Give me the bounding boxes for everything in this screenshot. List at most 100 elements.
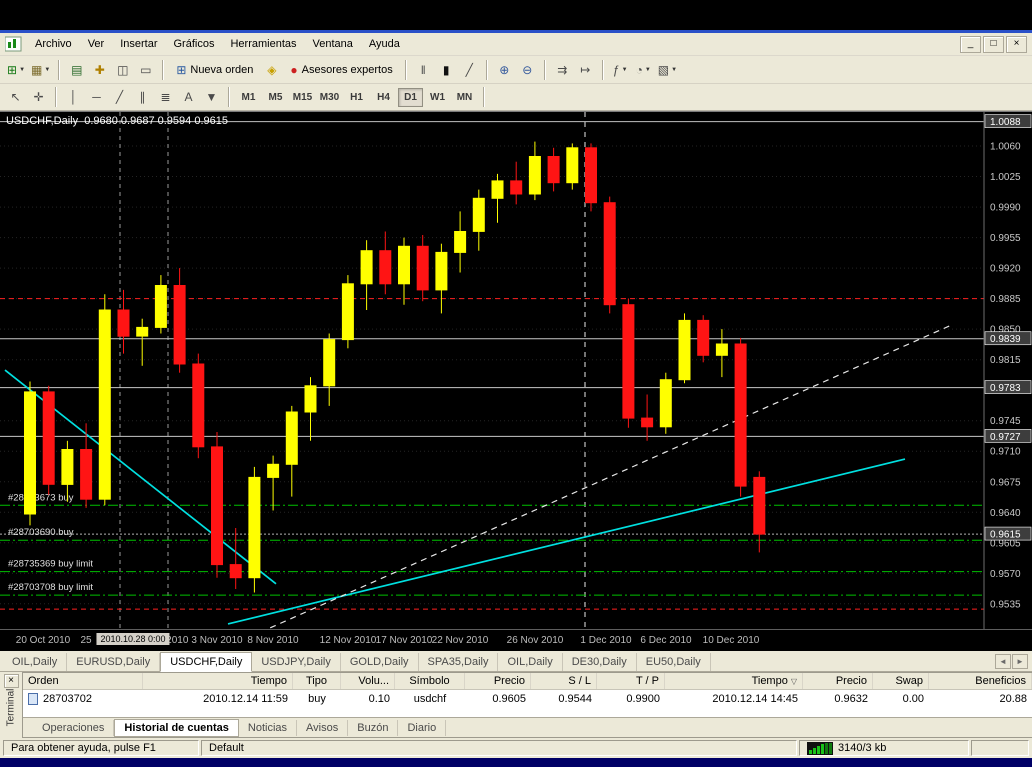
new-order-button[interactable]: ⊞Nueva orden	[169, 59, 260, 81]
terminal-header-row: OrdenTiempoTipoVolu...SímboloPrecioS / L…	[23, 673, 1032, 690]
dropdown-arrow-icon[interactable]: ▼	[19, 67, 25, 73]
expert-advisors-button[interactable]: ●Asesores expertos	[283, 59, 399, 81]
timeframe-W1-button[interactable]: W1	[425, 88, 450, 107]
chart-tab-usdchf-daily[interactable]: USDCHF,Daily	[160, 652, 252, 672]
timeframe-H4-button[interactable]: H4	[371, 88, 396, 107]
terminal-tab-avisos[interactable]: Avisos	[297, 720, 348, 736]
dropdown-arrow-icon[interactable]: ▼	[671, 67, 677, 73]
candle-body	[754, 477, 765, 534]
chart-shift-button[interactable]: ↦	[574, 59, 597, 81]
terminal-column-header[interactable]: Precio	[803, 673, 873, 689]
chart-tab-oil-daily[interactable]: OIL,Daily	[498, 653, 562, 671]
timeframe-M1-button[interactable]: M1	[236, 88, 261, 107]
dropdown-arrow-icon[interactable]: ▼	[645, 67, 651, 73]
minimize-button[interactable]: _	[960, 36, 981, 53]
timeframe-M5-button[interactable]: M5	[263, 88, 288, 107]
terminal-column-header[interactable]: Tiempo▽	[665, 673, 803, 689]
metaeditor-button[interactable]: ◈	[260, 59, 283, 81]
timeframe-M30-button[interactable]: M30	[317, 88, 342, 107]
chart-tab-eurusd-daily[interactable]: EURUSD,Daily	[67, 653, 160, 671]
chart-shift-icon: ↦	[580, 64, 590, 76]
terminal-column-header[interactable]: Tipo	[293, 673, 341, 689]
chart-tab-oil-daily[interactable]: OIL,Daily	[3, 653, 67, 671]
new-chart-icon: ⊞	[7, 64, 17, 76]
channel-tool-button[interactable]: ∥	[131, 86, 154, 108]
timeframe-M15-button[interactable]: M15	[290, 88, 315, 107]
terminal-column-header[interactable]: Swap	[873, 673, 929, 689]
tab-scroll-left-button[interactable]: ◄	[995, 654, 1011, 669]
terminal-close-button[interactable]: ×	[4, 674, 19, 688]
auto-scroll-button[interactable]: ⇉	[551, 59, 574, 81]
terminal-column-header[interactable]: Volu...	[341, 673, 395, 689]
terminal-column-header[interactable]: Símbolo	[395, 673, 465, 689]
terminal-cell: 0.9900	[597, 692, 665, 706]
zoom-in-button[interactable]: ⊕	[493, 59, 516, 81]
cursor-tool-button[interactable]: ↖	[4, 86, 27, 108]
terminal-column-header[interactable]: Precio	[465, 673, 531, 689]
terminal-tab-historial-de-cuentas[interactable]: Historial de cuentas	[114, 719, 239, 737]
terminal-column-header[interactable]: Orden	[23, 673, 143, 689]
indicators-button[interactable]: ƒ▼	[609, 59, 632, 81]
price-axis-label: 0.9745	[990, 416, 1021, 427]
templates-button[interactable]: ▧▼	[655, 59, 680, 81]
chart-plot[interactable]: #28703673 buy#28703690 buy#28735369 buy …	[0, 112, 1032, 629]
data-window-button[interactable]: ◫	[111, 59, 134, 81]
new-chart-button[interactable]: ⊞▼	[4, 59, 28, 81]
chart-tab-eu50-daily[interactable]: EU50,Daily	[637, 653, 711, 671]
timeframe-MN-button[interactable]: MN	[452, 88, 477, 107]
candle-body	[361, 251, 372, 284]
terminal-column-header[interactable]: Tiempo	[143, 673, 293, 689]
fibonacci-tool-icon: ≣	[160, 91, 170, 103]
candlestick-mode-button[interactable]: ▮	[435, 59, 458, 81]
trendline-tool-button[interactable]: ╱	[108, 86, 131, 108]
arrows-tool-button[interactable]: ▼	[200, 86, 223, 108]
crosshair-tool-button[interactable]: ✛	[27, 86, 50, 108]
toolbar-separator	[55, 87, 57, 107]
market-watch-button[interactable]: ▤	[65, 59, 88, 81]
fibonacci-tool-button[interactable]: ≣	[154, 86, 177, 108]
dropdown-arrow-icon[interactable]: ▼	[44, 67, 50, 73]
horizontal-line-tool-button[interactable]: ─	[85, 86, 108, 108]
text-tool-button[interactable]: A	[177, 86, 200, 108]
navigator-button[interactable]: ✚	[88, 59, 111, 81]
terminal-row[interactable]: 287037022010.12.14 11:59buy0.10usdchf0.9…	[23, 690, 1032, 707]
dropdown-arrow-icon[interactable]: ▼	[622, 67, 628, 73]
profiles-button[interactable]: ▦▼	[28, 59, 53, 81]
menu-herramientas[interactable]: Herramientas	[222, 35, 304, 53]
tab-scroll-right-button[interactable]: ►	[1012, 654, 1028, 669]
time-axis[interactable]: 20 Oct 201025ct 20103 Nov 20108 Nov 2010…	[0, 629, 1032, 651]
terminal-column-header[interactable]: Beneficios	[929, 673, 1032, 689]
terminal-tab-noticias[interactable]: Noticias	[239, 720, 297, 736]
line-chart-mode-button[interactable]: ╱	[458, 59, 481, 81]
vertical-line-tool-button[interactable]: │	[62, 86, 85, 108]
terminal-column-header[interactable]: T / P	[597, 673, 665, 689]
candle-body	[529, 157, 540, 195]
terminal-tab-buz-n[interactable]: Buzón	[348, 720, 398, 736]
bar-chart-mode-icon: ‖	[421, 64, 426, 76]
zoom-out-button[interactable]: ⊖	[516, 59, 539, 81]
chart-tab-de30-daily[interactable]: DE30,Daily	[563, 653, 637, 671]
menu-ventana[interactable]: Ventana	[305, 35, 361, 53]
menu-archivo[interactable]: Archivo	[27, 35, 80, 53]
status-profile[interactable]: Default	[201, 740, 797, 756]
chart-tab-gold-daily[interactable]: GOLD,Daily	[341, 653, 419, 671]
terminal-tab-diario[interactable]: Diario	[398, 720, 446, 736]
menu-ver[interactable]: Ver	[80, 35, 113, 53]
candle-body	[735, 344, 746, 486]
chart-tab-usdjpy-daily[interactable]: USDJPY,Daily	[252, 653, 341, 671]
restore-button[interactable]: □	[983, 36, 1004, 53]
terminal-panel-button[interactable]: ▭	[134, 59, 157, 81]
menu-ayuda[interactable]: Ayuda	[361, 35, 408, 53]
menu-insertar[interactable]: Insertar	[112, 35, 165, 53]
chart-window[interactable]: USDCHF,Daily 0.9680 0.9687 0.9594 0.9615…	[0, 111, 1032, 651]
line-studies-toolbar: ↖✛ │─╱∥ ≣ A▼ M1M5M15M30H1H4D1W1MN	[0, 84, 1032, 111]
terminal-column-header[interactable]: S / L	[531, 673, 597, 689]
terminal-tab-operaciones[interactable]: Operaciones	[33, 720, 114, 736]
periods-button[interactable]: ◔▼	[632, 59, 655, 81]
timeframe-H1-button[interactable]: H1	[344, 88, 369, 107]
chart-tab-spa35-daily[interactable]: SPA35,Daily	[419, 653, 499, 671]
close-button[interactable]: ×	[1006, 36, 1027, 53]
timeframe-D1-button[interactable]: D1	[398, 88, 423, 107]
menu-gráficos[interactable]: Gráficos	[166, 35, 223, 53]
bar-chart-mode-button[interactable]: ‖	[412, 59, 435, 81]
